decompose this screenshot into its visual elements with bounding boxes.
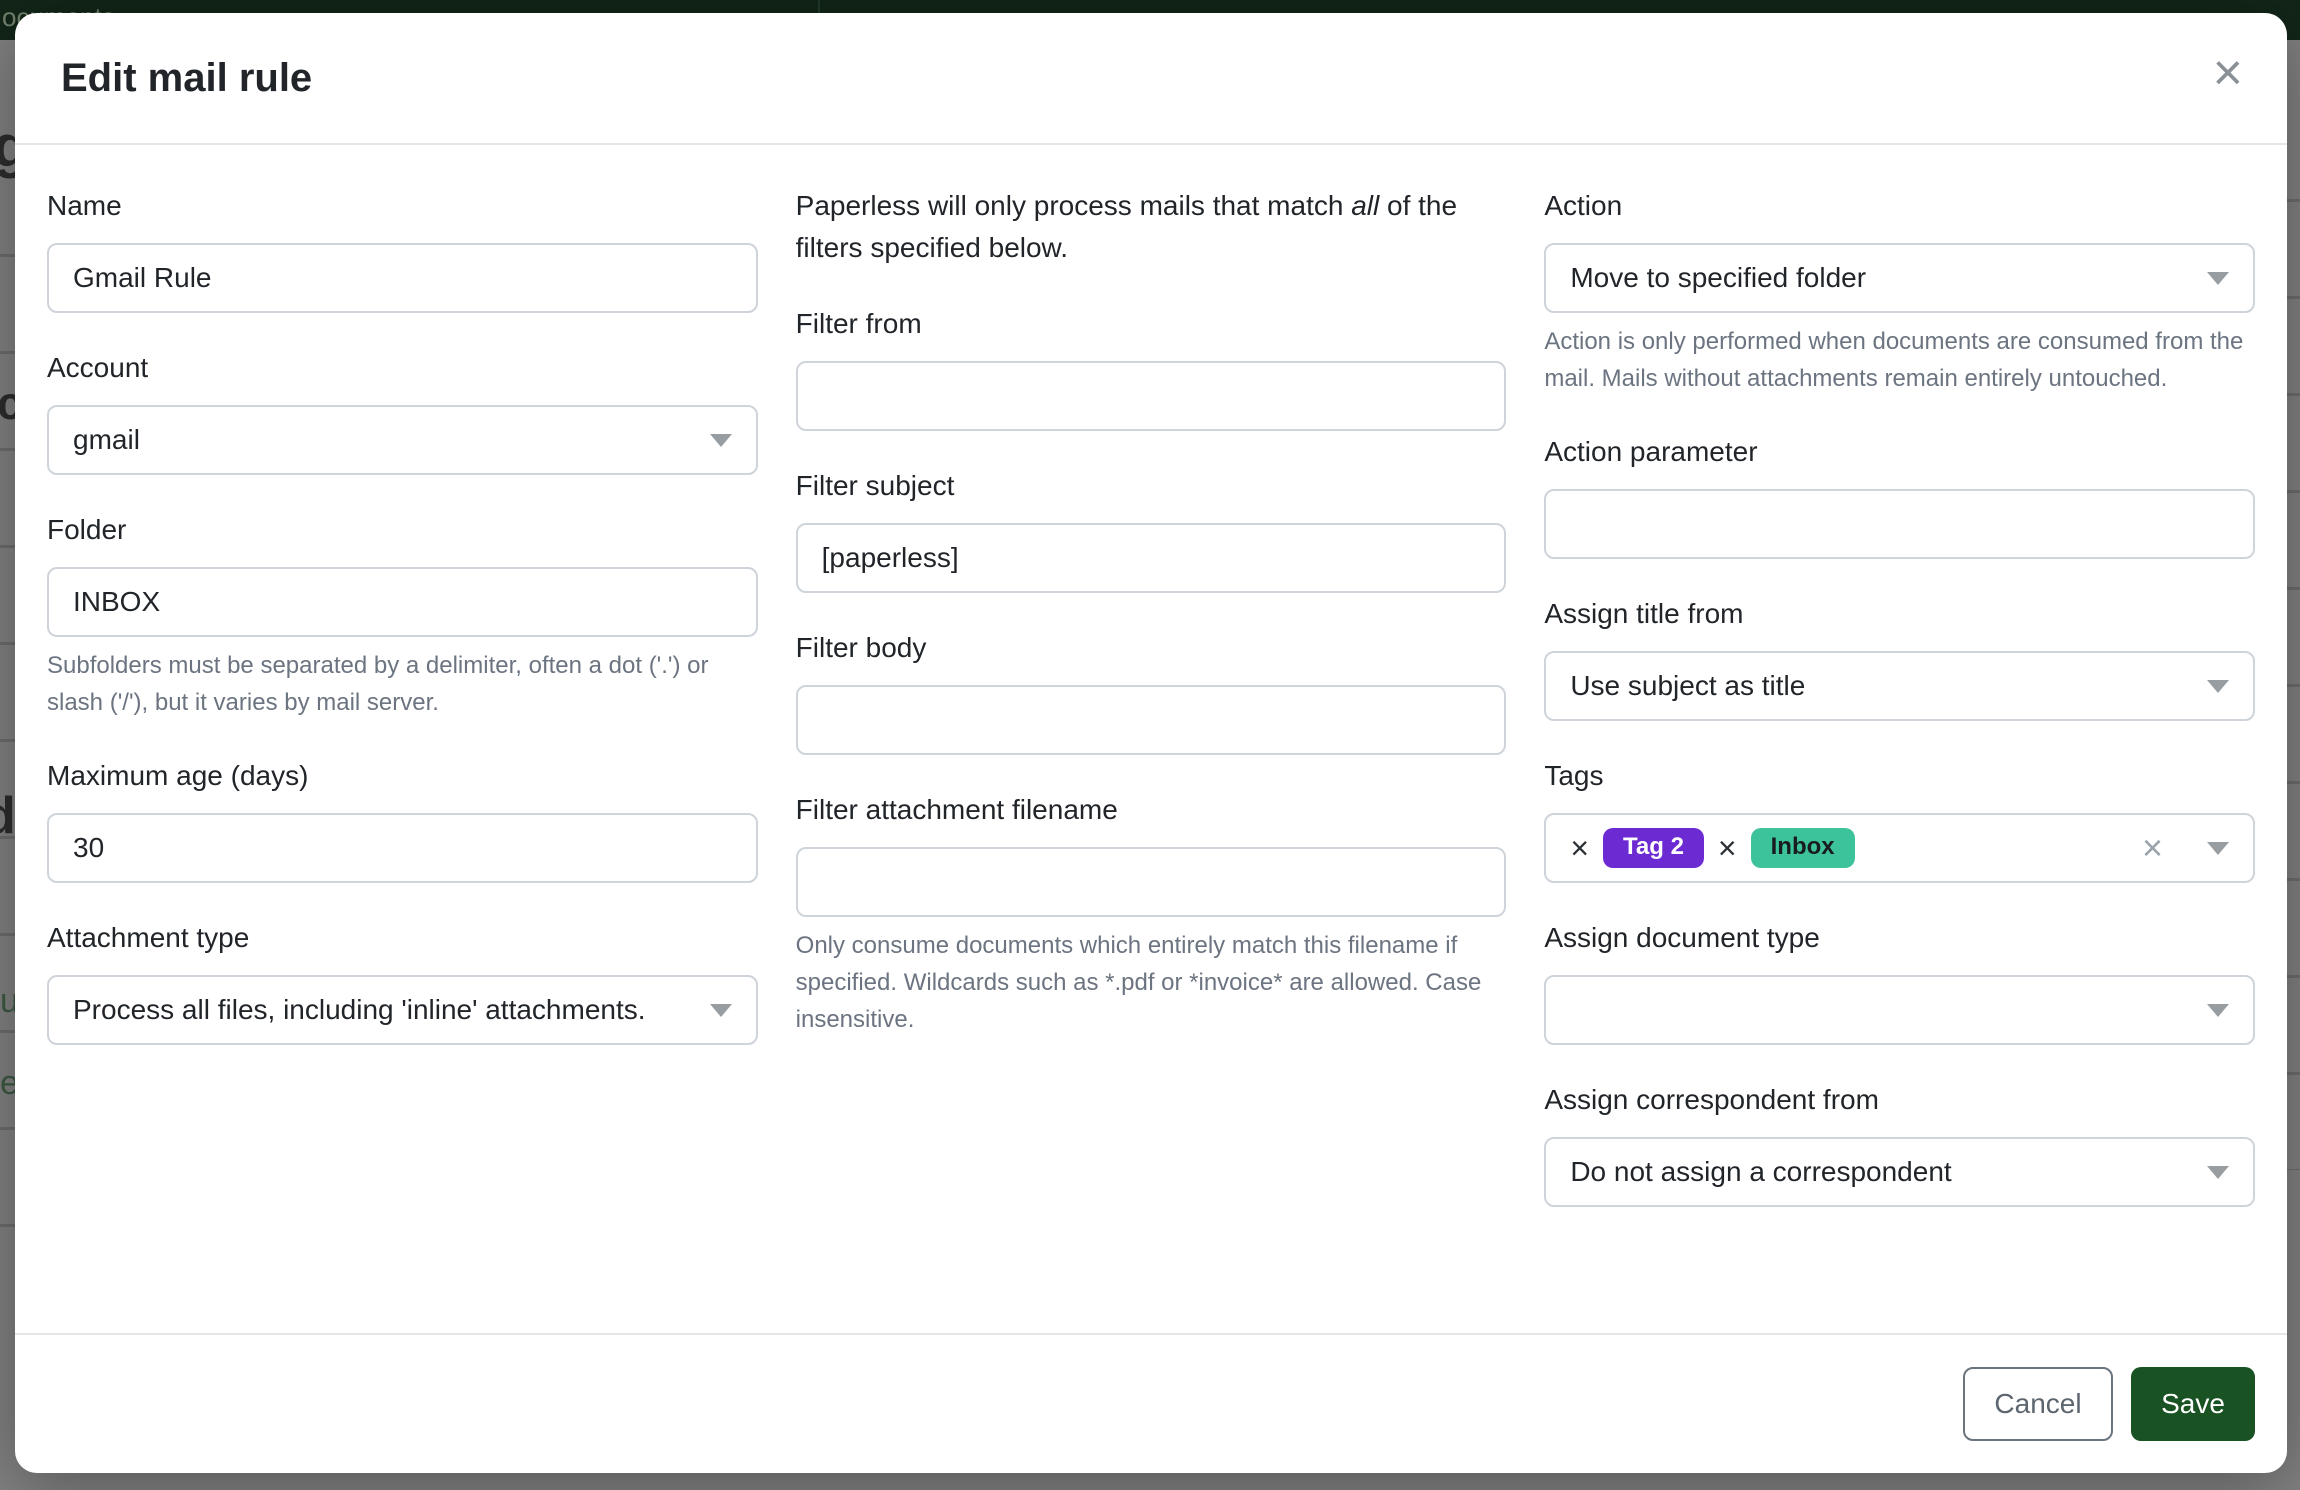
field-filter-from: Filter from [796, 303, 1507, 431]
field-tags: Tags × Tag 2 × Inbox × [1544, 755, 2255, 883]
attachment-type-value: Process all files, including 'inline' at… [73, 994, 646, 1026]
cancel-button[interactable]: Cancel [1963, 1367, 2113, 1441]
assign-document-type-select[interactable] [1544, 975, 2255, 1045]
assign-title-select[interactable]: Use subject as title [1544, 651, 2255, 721]
field-filter-subject: Filter subject [796, 465, 1507, 593]
chevron-down-icon [2207, 1004, 2229, 1017]
save-button[interactable]: Save [2131, 1367, 2255, 1441]
remove-tag-icon[interactable]: × [1718, 832, 1737, 864]
folder-input[interactable] [47, 567, 758, 637]
assign-title-value: Use subject as title [1570, 670, 1805, 702]
tags-label: Tags [1544, 755, 2255, 797]
background-table-rows [2287, 105, 2300, 1170]
filter-attachment-input[interactable] [796, 847, 1507, 917]
filters-intro: Paperless will only process mails that m… [796, 185, 1507, 269]
field-assign-document-type: Assign document type [1544, 917, 2255, 1045]
action-value: Move to specified folder [1570, 262, 1866, 294]
filter-subject-label: Filter subject [796, 465, 1507, 507]
chevron-down-icon [710, 434, 732, 447]
assign-correspondent-value: Do not assign a correspondent [1570, 1156, 1951, 1188]
field-folder: Folder Subfolders must be separated by a… [47, 509, 758, 721]
chevron-down-icon [2207, 272, 2229, 285]
assign-correspondent-select[interactable]: Do not assign a correspondent [1544, 1137, 2255, 1207]
account-value: gmail [73, 424, 140, 456]
field-filter-attachment: Filter attachment filename Only consume … [796, 789, 1507, 1039]
dialog-body: Name Account gmail Folder Subfolders mus… [15, 145, 2287, 1241]
dialog-footer: Cancel Save [15, 1333, 2287, 1473]
edit-mail-rule-dialog: Edit mail rule × Name Account gmail Fold… [15, 13, 2287, 1473]
filter-from-input[interactable] [796, 361, 1507, 431]
chevron-down-icon [710, 1004, 732, 1017]
filter-attachment-hint: Only consume documents which entirely ma… [796, 927, 1507, 1039]
action-hint: Action is only performed when documents … [1544, 323, 2255, 397]
account-select[interactable]: gmail [47, 405, 758, 475]
max-age-label: Maximum age (days) [47, 755, 758, 797]
clear-tags-icon[interactable]: × [2142, 830, 2163, 866]
name-label: Name [47, 185, 758, 227]
chevron-down-icon [2207, 680, 2229, 693]
field-name: Name [47, 185, 758, 313]
chevron-down-icon [2207, 1166, 2229, 1179]
field-action-parameter: Action parameter [1544, 431, 2255, 559]
dialog-title: Edit mail rule [61, 49, 312, 107]
field-action: Action Move to specified folder Action i… [1544, 185, 2255, 397]
folder-hint: Subfolders must be separated by a delimi… [47, 647, 758, 721]
field-max-age: Maximum age (days) [47, 755, 758, 883]
assign-title-label: Assign title from [1544, 593, 2255, 635]
field-assign-correspondent: Assign correspondent from Do not assign … [1544, 1079, 2255, 1207]
action-parameter-input[interactable] [1544, 489, 2255, 559]
assign-document-type-label: Assign document type [1544, 917, 2255, 959]
chevron-down-icon [2207, 842, 2229, 855]
tag-badge: Tag 2 [1603, 828, 1704, 868]
folder-label: Folder [47, 509, 758, 551]
filter-body-input[interactable] [796, 685, 1507, 755]
max-age-input[interactable] [47, 813, 758, 883]
filters-intro-pre: Paperless will only process mails that m… [796, 190, 1352, 221]
attachment-type-select[interactable]: Process all files, including 'inline' at… [47, 975, 758, 1045]
dialog-header: Edit mail rule × [15, 13, 2287, 145]
action-label: Action [1544, 185, 2255, 227]
name-input[interactable] [47, 243, 758, 313]
account-label: Account [47, 347, 758, 389]
field-attachment-type: Attachment type Process all files, inclu… [47, 917, 758, 1045]
background-table-rows [0, 160, 15, 1260]
close-icon[interactable]: × [2213, 51, 2243, 95]
filter-subject-input[interactable] [796, 523, 1507, 593]
column-actions: Action Move to specified folder Action i… [1544, 185, 2255, 1241]
field-account: Account gmail [47, 347, 758, 475]
field-assign-title: Assign title from Use subject as title [1544, 593, 2255, 721]
action-parameter-label: Action parameter [1544, 431, 2255, 473]
attachment-type-label: Attachment type [47, 917, 758, 959]
filter-attachment-label: Filter attachment filename [796, 789, 1507, 831]
column-filters: Paperless will only process mails that m… [796, 185, 1507, 1241]
filter-from-label: Filter from [796, 303, 1507, 345]
field-filter-body: Filter body [796, 627, 1507, 755]
tags-select[interactable]: × Tag 2 × Inbox × [1544, 813, 2255, 883]
column-general: Name Account gmail Folder Subfolders mus… [47, 185, 758, 1241]
filters-intro-emphasis: all [1351, 190, 1379, 221]
assign-correspondent-label: Assign correspondent from [1544, 1079, 2255, 1121]
tag-badge: Inbox [1751, 828, 1855, 868]
action-select[interactable]: Move to specified folder [1544, 243, 2255, 313]
remove-tag-icon[interactable]: × [1570, 832, 1589, 864]
filter-body-label: Filter body [796, 627, 1507, 669]
